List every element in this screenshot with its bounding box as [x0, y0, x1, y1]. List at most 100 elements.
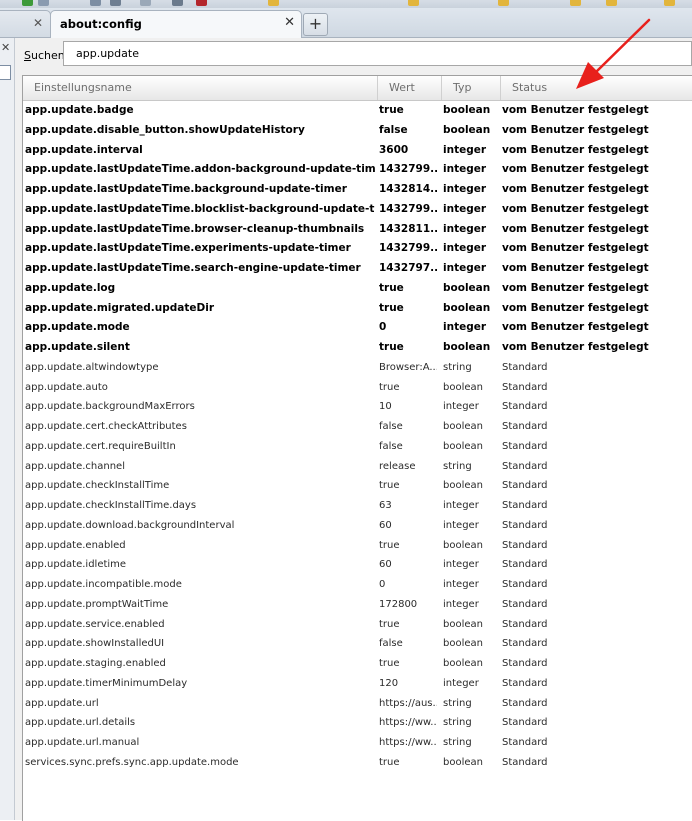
preferences-table[interactable]: Einstellungsname Wert Typ Status app.upd…	[22, 75, 692, 821]
table-row[interactable]: app.update.checkInstallTime.days 63 intege…	[23, 496, 692, 516]
table-row[interactable]: app.update.lastUpdateTime.browser-cleanu…	[23, 220, 692, 240]
table-row[interactable]: app.update.lastUpdateTime.background-upd…	[23, 180, 692, 200]
table-row[interactable]: app.update.interval 3600 integer vom Benutz…	[23, 141, 692, 161]
new-tab-button[interactable]: +	[303, 13, 328, 36]
cell-name: app.update.timerMinimumDelay	[25, 677, 188, 689]
sidebar-strip: ✕	[0, 38, 15, 820]
cell-value: 60	[379, 559, 392, 571]
table-row[interactable]: app.update.promptWaitTime 172800 integer St…	[23, 595, 692, 615]
cell-name: app.update.staging.enabled	[25, 658, 166, 669]
table-row[interactable]: app.update.cert.checkAttributes false bool…	[23, 417, 692, 437]
table-row[interactable]: app.update.lastUpdateTime.experiments-up…	[23, 239, 692, 259]
cell-type: boolean	[443, 341, 491, 353]
cell-name: app.update.lastUpdateTime.background-upd…	[25, 183, 347, 195]
cell-status: Standard	[502, 618, 548, 630]
cell-type: integer	[443, 519, 479, 531]
cell-name: services.sync.prefs.sync.app.update.mode	[25, 756, 239, 768]
table-row[interactable]: app.update.download.backgroundInterval 60…	[23, 516, 692, 536]
tab-previous[interactable]: ✕	[0, 10, 51, 37]
cell-value: true	[379, 480, 400, 492]
cell-status: vom Benutzer festgelegt	[502, 222, 649, 235]
tab-about-config[interactable]: about:config ✕	[50, 10, 302, 38]
table-row[interactable]: app.update.lastUpdateTime.addon-backgrou…	[23, 160, 692, 180]
bookmark-icon[interactable]	[90, 0, 101, 6]
table-row[interactable]: app.update.lastUpdateTime.search-engine-…	[23, 259, 692, 279]
cell-value: 120	[379, 677, 399, 689]
search-label: Suchen:	[24, 49, 68, 62]
close-icon[interactable]: ✕	[33, 16, 43, 30]
table-row[interactable]: app.update.auto true boolean Standard	[23, 378, 692, 398]
cell-value: true	[379, 618, 400, 630]
bookmark-icon[interactable]	[38, 0, 49, 6]
cell-status: Standard	[502, 421, 548, 432]
folder-icon[interactable]	[664, 0, 675, 6]
cell-value: https://aus...	[379, 697, 437, 709]
table-row[interactable]: app.update.badge true boolean vom Benutzer …	[23, 101, 692, 121]
tab-title: about:config	[60, 17, 142, 31]
cell-name: app.update.lastUpdateTime.blocklist-back…	[25, 202, 375, 215]
cell-type: string	[443, 717, 472, 729]
table-row[interactable]: app.update.showInstalledUI false boolean St…	[23, 634, 692, 654]
table-row[interactable]: app.update.url.details https://ww... strin…	[23, 713, 692, 733]
column-header-name[interactable]: Einstellungsname	[23, 76, 377, 100]
cell-value: 172800	[379, 598, 418, 610]
folder-icon[interactable]	[498, 0, 509, 6]
table-row[interactable]: app.update.silent true boolean vom Benutzer…	[23, 338, 692, 358]
cell-status: vom Benutzer festgelegt	[502, 301, 649, 314]
table-row[interactable]: app.update.backgroundMaxErrors 10 integer S…	[23, 397, 692, 417]
table-row[interactable]: app.update.migrated.updateDir true boolean…	[23, 299, 692, 319]
table-row[interactable]: app.update.mode 0 integer vom Benutzer fest…	[23, 318, 692, 338]
cell-value: false	[379, 440, 403, 452]
table-row[interactable]: app.update.url.manual https://ww... string…	[23, 733, 692, 753]
column-header-value[interactable]: Wert	[377, 76, 441, 100]
search-input[interactable]	[63, 41, 692, 66]
close-icon[interactable]: ✕	[284, 15, 295, 30]
folder-icon[interactable]	[570, 0, 581, 6]
cell-name: app.update.cert.requireBuiltIn	[25, 440, 176, 452]
folder-icon[interactable]	[408, 0, 419, 6]
cell-name: app.update.altwindowtype	[25, 361, 159, 373]
bookmark-icon[interactable]	[140, 0, 151, 6]
cell-status: Standard	[502, 361, 548, 373]
table-row[interactable]: app.update.channel release string Standard	[23, 457, 692, 477]
bookmark-icon[interactable]	[22, 0, 33, 6]
cell-type: boolean	[443, 381, 483, 393]
table-row[interactable]: app.update.altwindowtype Browser:A... stri…	[23, 358, 692, 378]
table-row[interactable]: app.update.cert.requireBuiltIn false boole…	[23, 437, 692, 457]
table-row[interactable]: app.update.disable_button.showUpdateHist…	[23, 121, 692, 141]
table-row[interactable]: app.update.incompatible.mode 0 integer Stan…	[23, 575, 692, 595]
cell-type: integer	[443, 262, 487, 274]
folder-icon[interactable]	[268, 0, 279, 6]
cell-status: vom Benutzer festgelegt	[502, 143, 649, 156]
table-row[interactable]: services.sync.prefs.sync.app.update.mode…	[23, 753, 692, 773]
table-row[interactable]: app.update.staging.enabled true boolean Sta…	[23, 654, 692, 674]
bookmark-icon[interactable]	[196, 0, 207, 6]
column-header-status[interactable]: Status	[500, 76, 692, 100]
cell-type: integer	[443, 598, 479, 610]
table-row[interactable]: app.update.lastUpdateTime.blocklist-back…	[23, 200, 692, 220]
cell-name: app.update.checkInstallTime.days	[25, 500, 197, 511]
close-icon[interactable]: ✕	[1, 41, 10, 54]
column-header-type[interactable]: Typ	[441, 76, 500, 100]
cell-value: true	[379, 658, 400, 669]
folder-icon[interactable]	[606, 0, 617, 6]
table-body: app.update.badge true boolean vom Benutzer …	[23, 101, 692, 773]
cell-value: 10	[379, 401, 392, 413]
cell-name: app.update.lastUpdateTime.experiments-up…	[25, 242, 351, 255]
table-row[interactable]: app.update.enabled true boolean Standard	[23, 536, 692, 556]
table-row[interactable]: app.update.checkInstallTime true boolean St…	[23, 476, 692, 496]
sidebar-field[interactable]	[0, 65, 11, 80]
bookmark-icon[interactable]	[110, 0, 121, 6]
cell-status: Standard	[502, 480, 548, 492]
table-row[interactable]: app.update.idletime 60 integer Standard	[23, 555, 692, 575]
cell-status: Standard	[502, 737, 548, 748]
cell-type: boolean	[443, 104, 491, 116]
table-row[interactable]: app.update.timerMinimumDelay 120 integer St…	[23, 674, 692, 694]
table-row[interactable]: app.update.service.enabled true boolean Sta…	[23, 615, 692, 635]
cell-name: app.update.showInstalledUI	[25, 638, 165, 650]
table-row[interactable]: app.update.log true boolean vom Benutzer fe…	[23, 279, 692, 299]
cell-type: integer	[443, 677, 479, 689]
table-row[interactable]: app.update.url https://aus... string Standa…	[23, 694, 692, 714]
bookmark-icon[interactable]	[172, 0, 183, 6]
cell-type: integer	[443, 559, 479, 571]
